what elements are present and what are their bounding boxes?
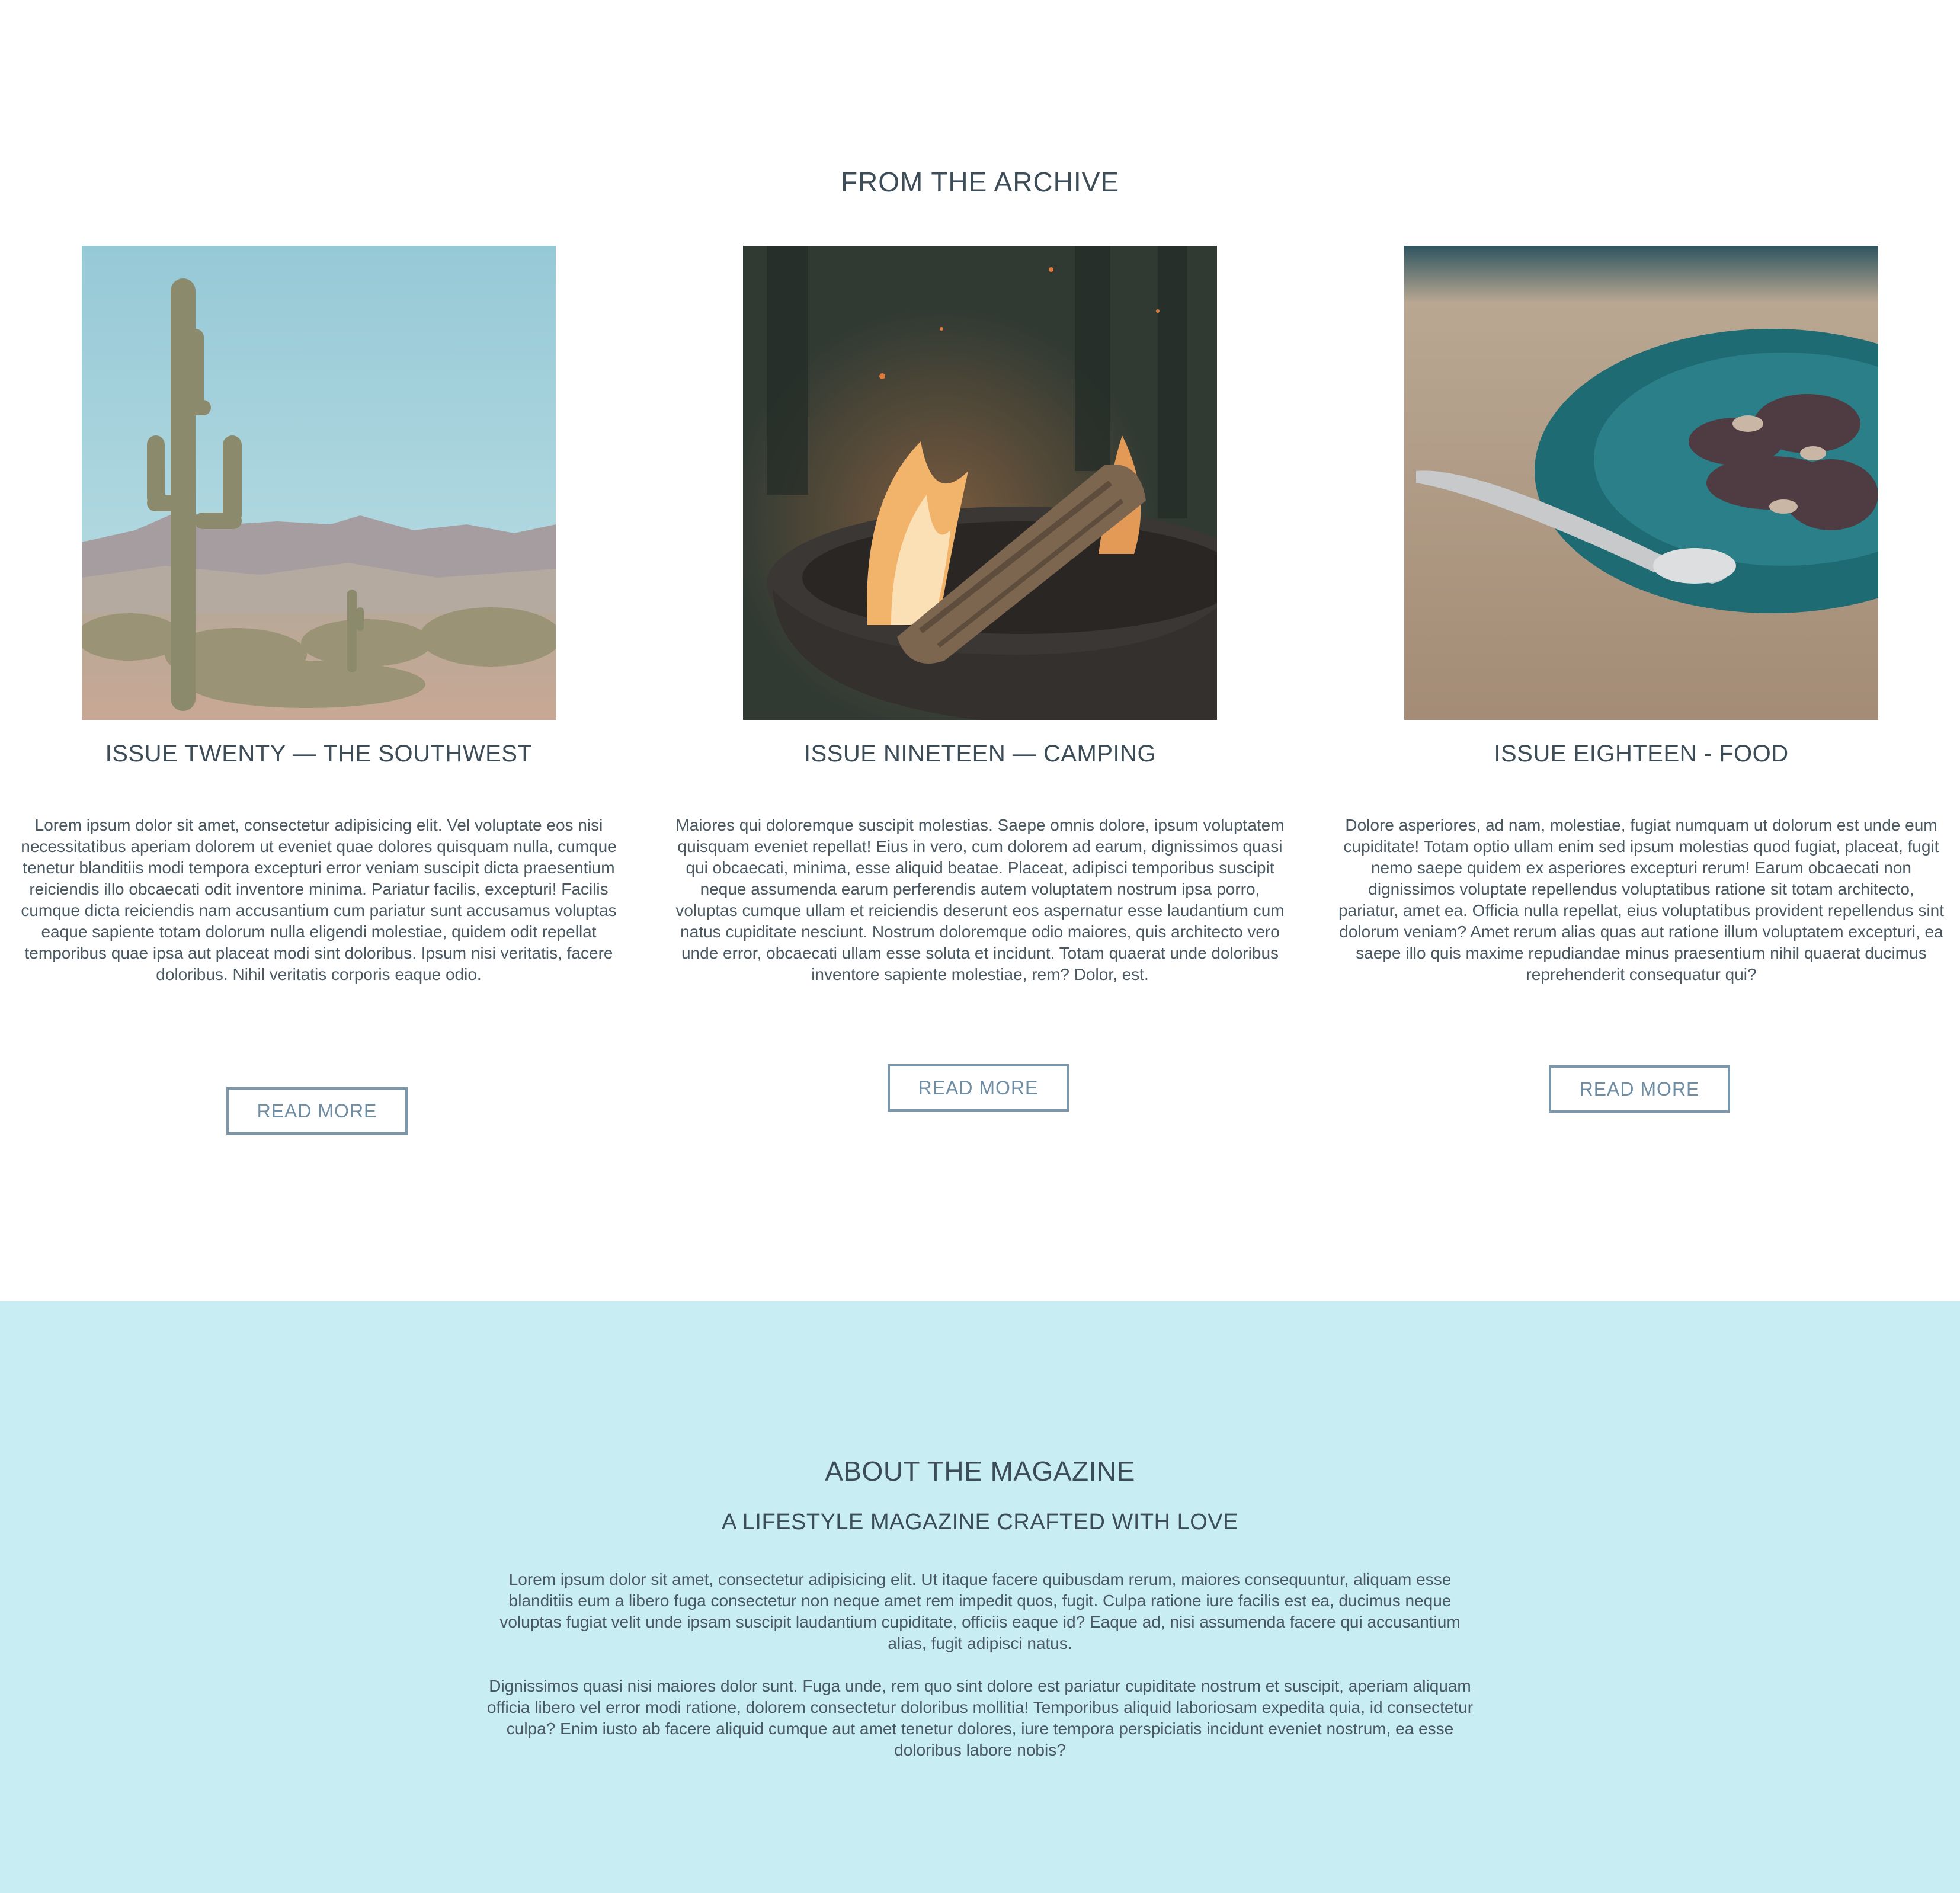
campfire-image[interactable] — [743, 246, 1217, 720]
about-paragraph: Dignissimos quasi nisi maiores dolor sun… — [486, 1677, 1474, 1759]
archive-card-excerpt: Dolore asperiores, ad nam, molestiae, fu… — [1338, 816, 1945, 984]
about-section: ABOUT THE MAGAZINE A LIFESTYLE MAGAZINE … — [0, 1301, 1960, 1893]
archive-card-excerpt: Maiores qui doloremque suscipit molestia… — [675, 816, 1285, 984]
archive-section-title: FROM THE ARCHIVE — [840, 166, 1120, 197]
archive-card-title: ISSUE EIGHTEEN - FOOD — [1494, 741, 1789, 767]
saguaro-cactus-desert-image[interactable] — [82, 246, 556, 720]
about-paragraph: Lorem ipsum dolor sit amet, consectetur … — [499, 1570, 1461, 1652]
read-more-button[interactable]: READ MORE — [1549, 1065, 1730, 1113]
archive-card-title: ISSUE TWENTY — THE SOUTHWEST — [105, 741, 533, 767]
archive-section: FROM THE ARCHIVE ISSUE TWENTY — THE SOUT… — [0, 0, 1960, 1301]
campfire-image-art — [743, 246, 1217, 720]
read-more-button[interactable]: READ MORE — [888, 1064, 1069, 1112]
plate-of-food-image-art — [1404, 246, 1878, 720]
about-section-title: ABOUT THE MAGAZINE — [825, 1456, 1135, 1487]
archive-card-excerpt: Lorem ipsum dolor sit amet, consectetur … — [21, 816, 617, 984]
about-section-subtitle: A LIFESTYLE MAGAZINE CRAFTED WITH LOVE — [721, 1510, 1239, 1535]
saguaro-cactus-desert-image-art — [82, 246, 556, 720]
archive-card-title: ISSUE NINETEEN — CAMPING — [803, 741, 1157, 767]
page: FROM THE ARCHIVE ISSUE TWENTY — THE SOUT… — [0, 0, 1960, 1893]
plate-of-food-image[interactable] — [1404, 246, 1878, 720]
read-more-button[interactable]: READ MORE — [226, 1087, 408, 1135]
